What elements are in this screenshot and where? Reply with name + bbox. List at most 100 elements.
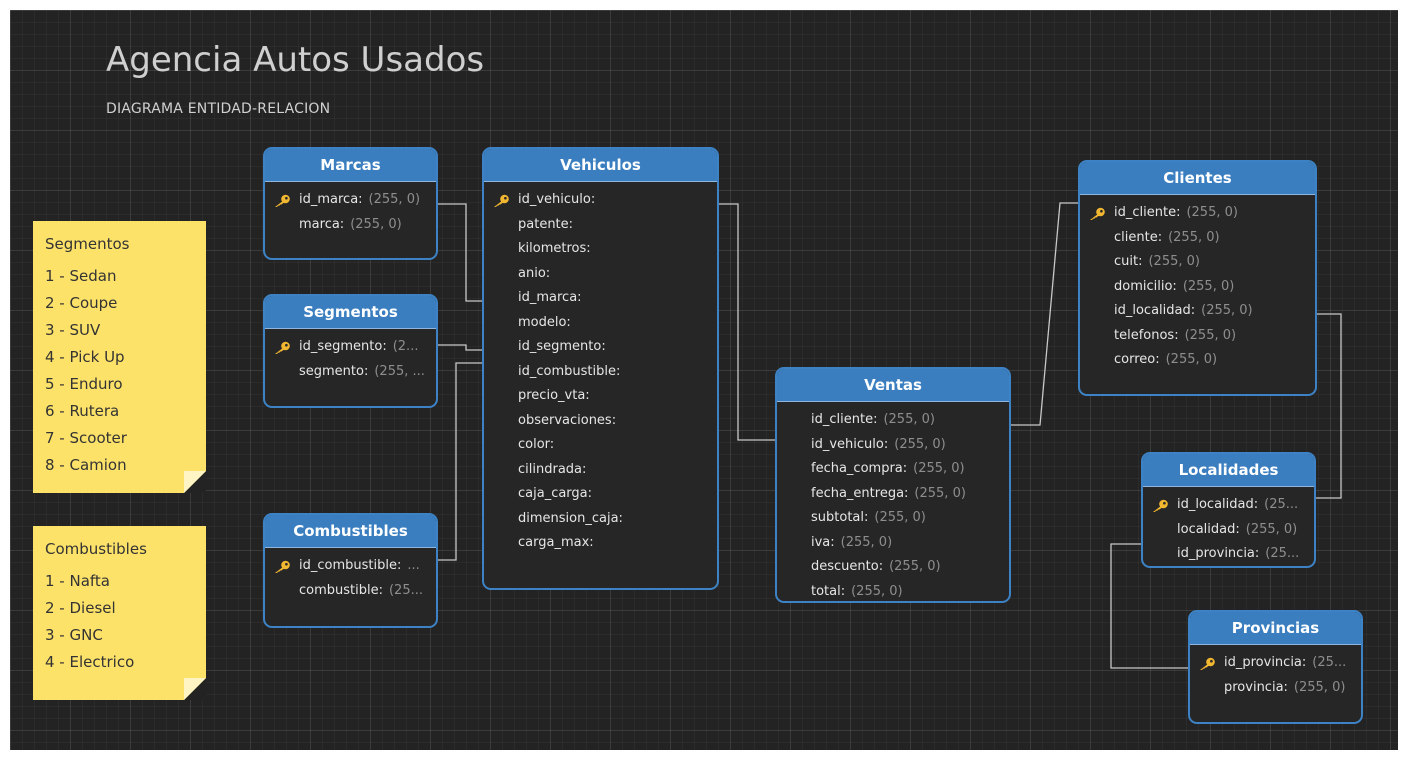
field-name: dimension_caja: [518,510,623,526]
entity-field[interactable]: provincia: (255, 0) [1190,676,1361,701]
note-item: 4 - Electrico [45,653,135,671]
entity-field-list: id_provincia: (25... provincia: (255, 0) [1190,645,1361,700]
note-combustibles[interactable]: Combustibles 1 - Nafta 2 - Diesel 3 - GN… [33,526,206,700]
entity-field[interactable]: observaciones: [484,409,717,434]
entity-field[interactable]: caja_carga: [484,482,717,507]
field-type: (2... [392,339,419,354]
note-item: 3 - SUV [45,321,101,339]
entity-field[interactable]: cilindrada: [484,458,717,483]
field-type: (255, ... [374,363,425,379]
entity-field[interactable]: color: [484,433,717,458]
entity-marcas[interactable]: Marcas id_marca: (255, 0) marca: (255, 0) [263,147,438,260]
entity-field[interactable]: subtotal: (255, 0) [777,506,1009,531]
entity-field[interactable]: descuento: (255, 0) [777,555,1009,580]
field-name: id_provincia: [1177,546,1260,561]
note-item: 2 - Coupe [45,294,118,312]
entity-field[interactable]: fecha_entrega: (255, 0) [777,482,1009,507]
entity-field[interactable]: kilometros: [484,237,717,262]
entity-field[interactable]: telefonos: (255, 0) [1080,324,1315,349]
entity-header: Provincias [1190,612,1361,645]
entity-header: Clientes [1080,162,1315,195]
field-name: id_segmento: [518,339,606,354]
primary-key-icon [492,193,510,207]
entity-field[interactable]: patente: [484,213,717,238]
field-name: id_vehiculo: [518,192,596,207]
entity-field[interactable]: segmento: (255, ... [265,360,436,385]
field-type: (255, 0) [874,510,926,525]
note-title: Combustibles [45,540,147,558]
entity-field[interactable]: combustible: (25... [265,579,436,604]
field-name: provincia: [1224,679,1288,695]
field-name: id_cliente: [811,412,878,427]
field-name: total: [811,583,846,599]
entity-field[interactable]: total: (255, 0) [777,580,1009,602]
field-name: marca: [299,216,345,232]
field-type: (25... [388,582,423,598]
note-item: 7 - Scooter [45,429,127,447]
field-type: (255, 0) [1201,303,1253,318]
field-type: (25... [1264,497,1299,512]
entity-field[interactable]: id_cliente: (255, 0) [777,408,1009,433]
entity-field[interactable]: id_vehiculo: [484,188,717,213]
entity-field[interactable]: iva: (255, 0) [777,531,1009,556]
entity-field[interactable]: cliente: (255, 0) [1080,226,1315,251]
entity-provincias[interactable]: Provincias id_provincia: (25... provincia: (… [1188,610,1363,724]
entity-field[interactable]: id_combustible: [484,360,717,385]
field-name: correo: [1114,352,1160,367]
field-type: (255, 0) [350,216,402,232]
entity-field[interactable]: domicilio: (255, 0) [1080,275,1315,300]
entity-field[interactable]: cuit: (255, 0) [1080,250,1315,275]
entity-field[interactable]: id_cliente: (255, 0) [1080,201,1315,226]
field-type: (255, 0) [1148,254,1200,269]
entity-combustibles[interactable]: Combustibles id_combustible:... combustibl… [263,513,438,628]
entity-field[interactable]: anio: [484,262,717,287]
entity-field[interactable]: id_provincia: (25... [1143,542,1314,566]
entity-field[interactable]: id_localidad: (25... [1143,493,1314,518]
entity-field[interactable]: carga_max: [484,531,717,556]
field-name: patente: [518,216,574,232]
entity-field[interactable]: id_localidad: (255, 0) [1080,299,1315,324]
entity-field[interactable]: id_segmento: [484,335,717,360]
entity-field[interactable]: id_combustible:... [265,554,436,579]
note-segmentos[interactable]: Segmentos 1 - Sedan 2 - Coupe 3 - SUV 4 … [33,221,206,493]
field-name: id_vehiculo: [811,436,889,452]
entity-field-list: id_vehiculo: patente: kilometros: anio: id_m… [484,182,717,556]
field-name: caja_carga: [518,486,593,501]
field-name: combustible: [299,582,383,598]
entity-field[interactable]: id_provincia: (25... [1190,651,1361,676]
entity-segmentos[interactable]: Segmentos id_segmento: (2... segmento: (255,… [263,294,438,408]
entity-field[interactable]: correo: (255, 0) [1080,348,1315,373]
entity-field[interactable]: fecha_compra: (255, 0) [777,457,1009,482]
link-combustibles-vehiculos [435,362,482,561]
entity-ventas[interactable]: Ventas id_cliente: (255, 0) id_vehiculo: (25… [775,367,1011,603]
field-type: (255, 0) [1182,278,1235,294]
field-name: domicilio: [1114,278,1177,294]
entity-header: Segmentos [265,296,436,329]
entity-field-list: id_cliente: (255, 0) cliente: (255, 0) cuit:… [1080,195,1315,373]
note-item: 3 - GNC [45,626,103,644]
field-name: iva: [811,534,835,550]
entity-field[interactable]: id_marca: [484,286,717,311]
primary-key-icon [1198,656,1216,670]
entity-field[interactable]: id_vehiculo: (255, 0) [777,433,1009,458]
entity-field[interactable]: localidad: (255, 0) [1143,518,1314,543]
entity-clientes[interactable]: Clientes id_cliente: (255, 0) cliente: (255,… [1078,160,1317,396]
diagram-canvas[interactable]: Agencia Autos Usados DIAGRAMA ENTIDAD-RE… [10,10,1398,750]
field-name: cuit: [1114,254,1143,269]
field-type: (255, 0) [1168,229,1220,245]
entity-vehiculos[interactable]: Vehiculos id_vehiculo: patente: kilometros:… [482,147,719,590]
field-name: id_combustible: [518,363,621,379]
entity-field[interactable]: precio_vta: [484,384,717,409]
entity-localidades[interactable]: Localidades id_localidad: (25... localidad:… [1141,452,1316,568]
entity-field[interactable]: dimension_caja: [484,507,717,532]
entity-field[interactable]: id_segmento: (2... [265,335,436,360]
primary-key-icon [273,340,291,354]
note-item: 5 - Enduro [45,375,123,393]
entity-field[interactable]: marca: (255, 0) [265,213,436,238]
entity-field-list: id_localidad: (25... localidad: (255, 0) id_… [1143,487,1314,566]
note-item: 6 - Rutera [45,402,120,420]
field-type: (255, 0) [1245,521,1298,537]
entity-field[interactable]: modelo: [484,311,717,336]
entity-field[interactable]: id_marca: (255, 0) [265,188,436,213]
field-name: cliente: [1114,229,1163,245]
